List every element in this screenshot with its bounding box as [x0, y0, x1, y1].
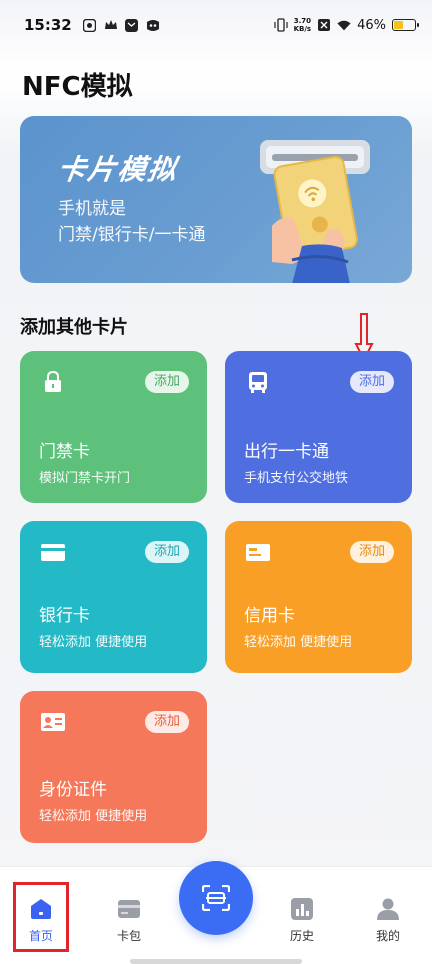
add-id-card-button[interactable]: 添加 — [144, 711, 189, 733]
nav-history-label: 历史 — [289, 929, 314, 943]
card-description: 模拟门禁卡开门 — [39, 471, 131, 486]
message-icon — [125, 18, 139, 32]
wallet-icon — [118, 900, 140, 918]
card-title: 出行一卡通 — [244, 442, 329, 462]
nav-mine[interactable]: 我的 — [358, 897, 418, 944]
section-title: 添加其他卡片 — [20, 317, 128, 338]
add-credit-card-button[interactable]: 添加 — [349, 541, 394, 563]
card-description: 轻松添加 便捷使用 — [39, 635, 148, 650]
nav-history[interactable]: 历史 — [272, 897, 332, 944]
banner-line-2: 门禁/银行卡/一卡通 — [58, 225, 206, 245]
banner-line-1: 手机就是 — [58, 199, 126, 219]
battery-percent: 46% — [357, 17, 386, 33]
card-title: 身份证件 — [39, 780, 107, 800]
nav-mine-label: 我的 — [375, 929, 400, 943]
card-emulation-banner[interactable]: 卡片模拟 手机就是 门禁/银行卡/一卡通 — [20, 116, 412, 283]
bank-card-icon — [41, 544, 65, 561]
nav-wallet[interactable]: 卡包 — [99, 897, 159, 944]
card-description: 轻松添加 便捷使用 — [39, 809, 148, 824]
page-title: NFC模拟 — [22, 72, 133, 102]
nav-home-label: 首页 — [28, 929, 53, 943]
scan-button[interactable] — [179, 861, 253, 935]
status-bar: 15:32 3.70 KB/s 46% — [0, 0, 432, 50]
card-bank[interactable]: 添加 银行卡 轻松添加 便捷使用 — [20, 521, 207, 673]
card-title: 门禁卡 — [39, 442, 90, 462]
scan-icon — [202, 885, 230, 911]
bus-icon — [249, 372, 267, 393]
notification-icon — [83, 18, 97, 32]
add-bank-card-button[interactable]: 添加 — [144, 541, 189, 563]
crown-icon — [104, 18, 118, 32]
profile-icon — [377, 898, 399, 920]
nav-wallet-label: 卡包 — [116, 929, 141, 943]
card-transit[interactable]: 添加 出行一卡通 手机支付公交地铁 — [225, 351, 412, 503]
card-description: 手机支付公交地铁 — [244, 471, 349, 486]
battery-icon — [392, 19, 419, 31]
add-transit-card-button[interactable]: 添加 — [349, 371, 394, 393]
vibrate-icon — [274, 18, 288, 32]
home-indicator — [130, 959, 302, 964]
card-id[interactable]: 添加 身份证件 轻松添加 便捷使用 — [20, 691, 207, 843]
add-access-card-button[interactable]: 添加 — [144, 371, 189, 393]
card-access[interactable]: 添加 门禁卡 模拟门禁卡开门 — [20, 351, 207, 503]
card-credit[interactable]: 添加 信用卡 轻松添加 便捷使用 — [225, 521, 412, 673]
banner-subtitle: 手机就是 门禁/银行卡/一卡通 — [58, 196, 205, 248]
card-title: 信用卡 — [244, 606, 295, 626]
id-card-icon — [41, 713, 65, 731]
hand-card-illustration — [260, 140, 370, 283]
box-icon — [317, 18, 331, 32]
nav-home[interactable]: 首页 — [13, 882, 69, 952]
net-speed: 3.70 KB/s — [293, 17, 312, 33]
home-icon — [31, 899, 51, 919]
card-description: 轻松添加 便捷使用 — [244, 635, 353, 650]
status-time: 15:32 — [24, 16, 72, 34]
banner-title: 卡片模拟 — [55, 153, 181, 186]
credit-card-icon — [246, 544, 270, 561]
app-icon — [146, 18, 160, 32]
history-icon — [291, 898, 313, 920]
wifi-icon — [337, 18, 351, 32]
card-title: 银行卡 — [39, 606, 90, 626]
lock-icon — [45, 371, 61, 392]
